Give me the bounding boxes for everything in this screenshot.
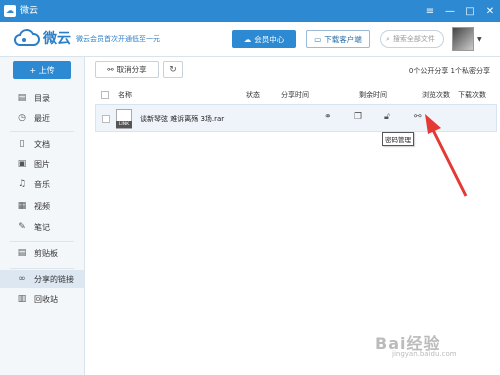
watermark-url: jingyan.baidu.com <box>392 350 457 358</box>
annotation-arrow <box>425 114 468 197</box>
